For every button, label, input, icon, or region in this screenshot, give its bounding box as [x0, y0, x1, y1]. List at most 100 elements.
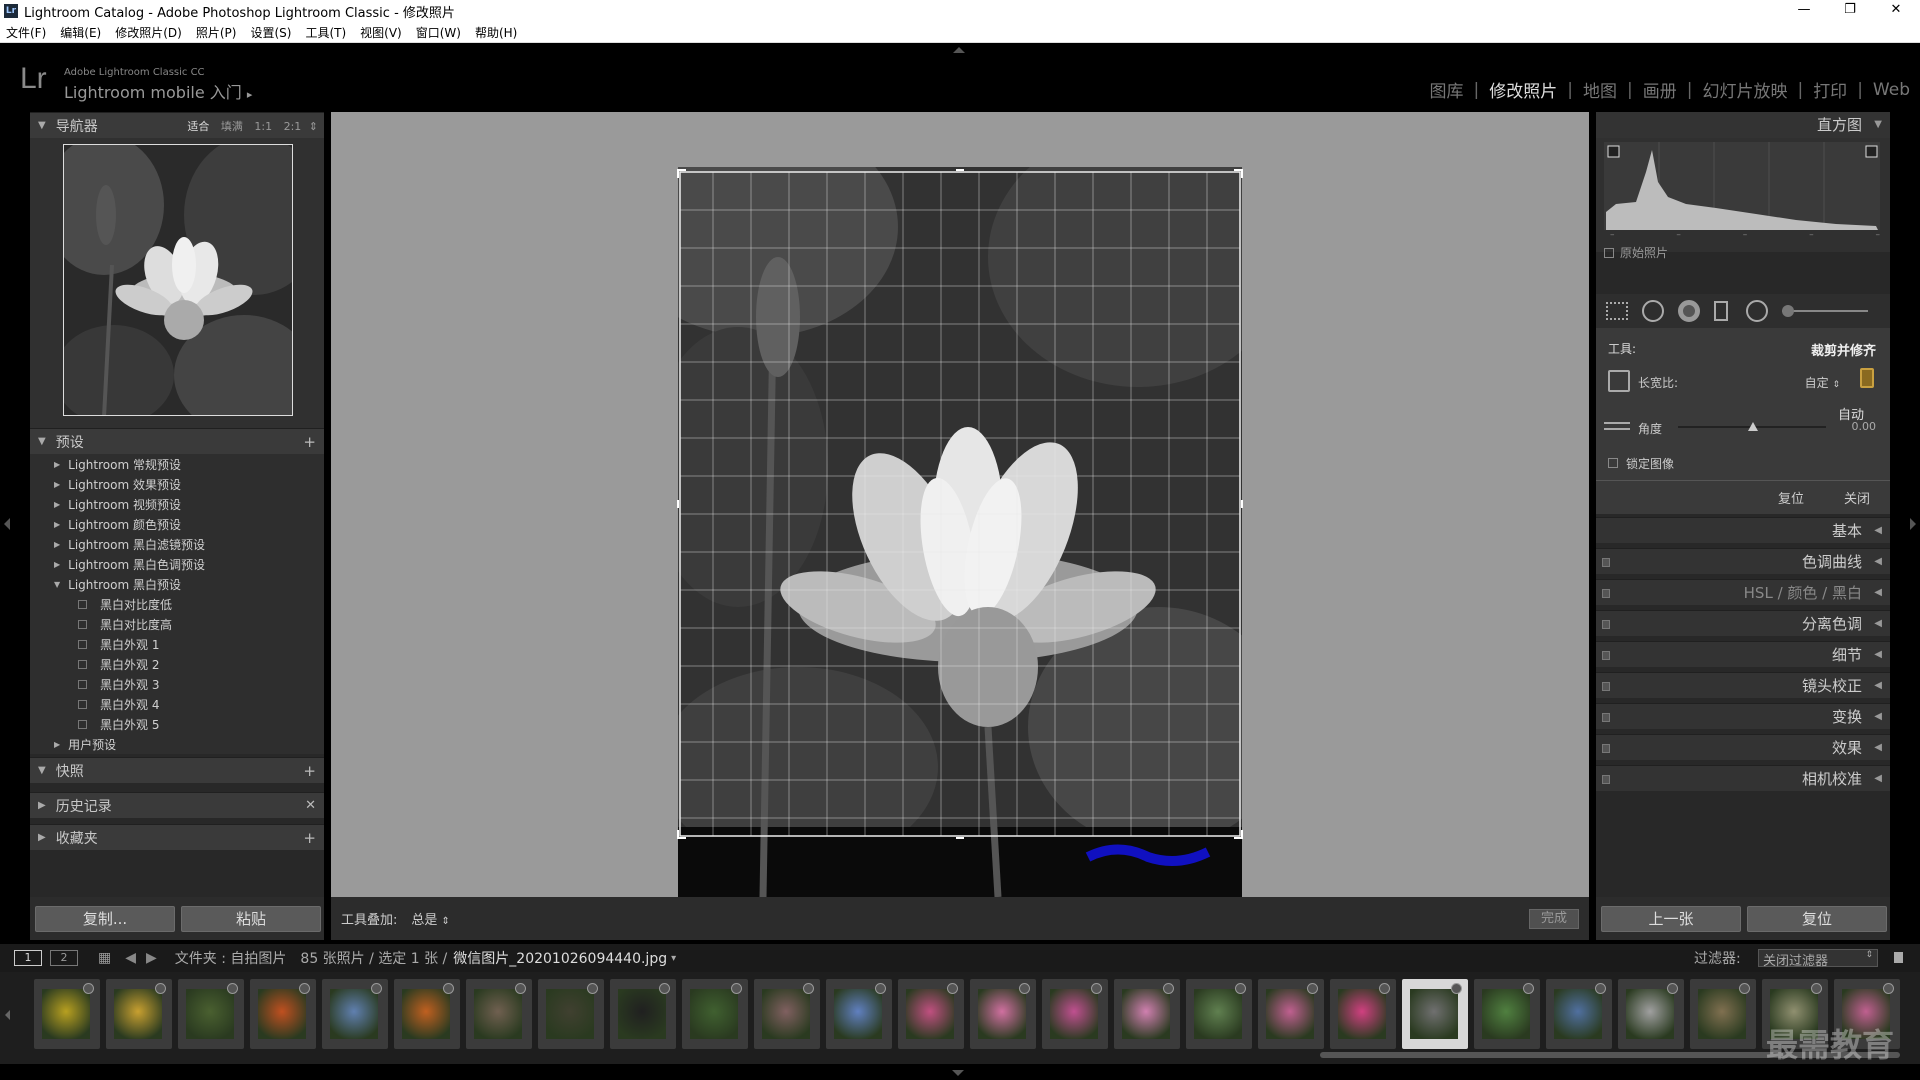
- preset-folder[interactable]: ▶ Lightroom 黑白色调预设: [30, 554, 324, 574]
- module-web[interactable]: Web: [1873, 80, 1910, 100]
- filmstrip-thumbnail[interactable]: [1474, 979, 1540, 1049]
- preset-folder[interactable]: ▶ Lightroom 黑白滤镜预设: [30, 534, 324, 554]
- preset-item[interactable]: 黑白对比度高: [30, 614, 324, 634]
- maximize-icon[interactable]: ❐: [1828, 0, 1872, 22]
- panel-switch-icon[interactable]: [1602, 620, 1610, 629]
- straighten-tool-icon[interactable]: [1604, 422, 1630, 430]
- zoom-1to1[interactable]: 1:1: [254, 120, 272, 133]
- filename-menu-arrow[interactable]: ▾: [671, 953, 676, 964]
- reset-button[interactable]: 复位: [1747, 906, 1887, 932]
- module-library[interactable]: 图库: [1430, 77, 1464, 102]
- history-header[interactable]: ▶ 历史记录 ✕: [30, 792, 324, 818]
- spot-removal-icon[interactable]: [1642, 300, 1664, 322]
- shadow-clipping-icon[interactable]: [1607, 145, 1620, 158]
- minimize-icon[interactable]: —: [1782, 0, 1826, 22]
- preset-item[interactable]: 黑白外观 3: [30, 674, 324, 694]
- snapshots-header[interactable]: ▼ 快照 +: [30, 757, 324, 783]
- preset-folder[interactable]: ▶ Lightroom 视频预设: [30, 494, 324, 514]
- right-panel-toggle-icon[interactable]: [1910, 518, 1916, 530]
- panel-switch-icon[interactable]: [1602, 775, 1610, 784]
- top-panel-toggle-icon[interactable]: [953, 47, 965, 53]
- filmstrip-thumbnail[interactable]: [178, 979, 244, 1049]
- section-header[interactable]: 镜头校正 ◀: [1596, 672, 1890, 698]
- filmstrip-thumbnail[interactable]: [1186, 979, 1252, 1049]
- menu-file[interactable]: 文件(F): [6, 24, 46, 41]
- secondary-window-button[interactable]: 2: [50, 950, 78, 966]
- grid-view-icon[interactable]: ▦: [98, 950, 111, 966]
- menu-photo[interactable]: 照片(P): [196, 24, 237, 41]
- crop-tool-icon[interactable]: [1606, 302, 1628, 320]
- preset-folder[interactable]: ▶ Lightroom 常规预设: [30, 454, 324, 474]
- filmstrip-thumbnail[interactable]: [538, 979, 604, 1049]
- preset-item[interactable]: 黑白外观 4: [30, 694, 324, 714]
- preset-folder[interactable]: ▼ Lightroom 黑白预设: [30, 574, 324, 594]
- adjustment-brush-icon[interactable]: [1782, 305, 1868, 317]
- bottom-panel-toggle-icon[interactable]: [952, 1070, 964, 1076]
- zoom-fill[interactable]: 填满: [221, 120, 243, 133]
- panel-switch-icon[interactable]: [1602, 651, 1610, 660]
- menu-develop[interactable]: 修改照片(D): [115, 24, 182, 41]
- source-folder[interactable]: 文件夹 : 自拍图片: [175, 948, 287, 968]
- preset-item[interactable]: 黑白外观 2: [30, 654, 324, 674]
- module-book[interactable]: 画册: [1643, 77, 1677, 102]
- zoom-stepper-icon[interactable]: ⇕: [309, 120, 318, 133]
- histogram-header[interactable]: 直方图 ▼: [1596, 112, 1890, 138]
- filmstrip-thumbnail[interactable]: [1114, 979, 1180, 1049]
- filmstrip-thumbnail[interactable]: [394, 979, 460, 1049]
- filmstrip-thumbnail[interactable]: [898, 979, 964, 1049]
- highlight-clipping-icon[interactable]: [1865, 145, 1878, 158]
- filmstrip-thumbnail[interactable]: [1546, 979, 1612, 1049]
- collections-header[interactable]: ▶ 收藏夹 +: [30, 824, 324, 850]
- menu-help[interactable]: 帮助(H): [475, 24, 517, 41]
- filmstrip-left-arrow-icon[interactable]: [5, 1010, 10, 1020]
- primary-window-button[interactable]: 1: [14, 950, 42, 966]
- filmstrip-thumbnail[interactable]: [1258, 979, 1324, 1049]
- panel-switch-icon[interactable]: [1602, 558, 1610, 567]
- module-develop[interactable]: 修改照片: [1489, 77, 1557, 102]
- angle-value[interactable]: 0.00: [1852, 420, 1877, 433]
- radial-filter-icon[interactable]: [1746, 300, 1768, 322]
- done-button[interactable]: 完成: [1529, 909, 1579, 929]
- lightroom-mobile-link[interactable]: Lightroom mobile 入门 ▸: [64, 79, 252, 103]
- section-header[interactable]: 细节 ◀: [1596, 641, 1890, 667]
- navigator-header[interactable]: ▼ 导航器 适合 填满 1:1 2:1 ⇕: [30, 112, 324, 138]
- crop-close-button[interactable]: 关闭: [1844, 488, 1870, 507]
- filmstrip-thumbnail[interactable]: [1402, 979, 1468, 1049]
- zoom-fit[interactable]: 适合: [187, 120, 209, 133]
- menu-edit[interactable]: 编辑(E): [60, 24, 101, 41]
- module-print[interactable]: 打印: [1813, 77, 1847, 102]
- filter-select[interactable]: 关闭过滤器 ⇕: [1758, 949, 1878, 969]
- filmstrip-thumbnail[interactable]: [466, 979, 532, 1049]
- clear-history-icon[interactable]: ✕: [305, 798, 316, 813]
- preset-item[interactable]: 黑白外观 1: [30, 634, 324, 654]
- previous-button[interactable]: 上一张: [1601, 906, 1741, 932]
- forward-arrow-icon[interactable]: ▶: [146, 950, 157, 966]
- lock-icon[interactable]: [1860, 368, 1874, 388]
- module-map[interactable]: 地图: [1583, 77, 1617, 102]
- selected-filename[interactable]: 微信图片_20201026094440.jpg: [453, 948, 667, 968]
- panel-switch-icon[interactable]: [1602, 744, 1610, 753]
- panel-switch-icon[interactable]: [1602, 713, 1610, 722]
- filmstrip-thumbnail[interactable]: [322, 979, 388, 1049]
- paste-settings-button[interactable]: 粘贴: [181, 906, 321, 932]
- original-photo-toggle[interactable]: 原始照片: [1604, 244, 1668, 261]
- filmstrip-thumbnail[interactable]: [610, 979, 676, 1049]
- menu-tools[interactable]: 工具(T): [305, 24, 346, 41]
- panel-switch-icon[interactable]: [1602, 589, 1610, 598]
- section-header[interactable]: HSL / 颜色 / 黑白 ◀: [1596, 579, 1890, 605]
- section-header[interactable]: 效果 ◀: [1596, 734, 1890, 760]
- menu-view[interactable]: 视图(V): [360, 24, 402, 41]
- filmstrip-thumbnail[interactable]: [682, 979, 748, 1049]
- zoom-2to1[interactable]: 2:1: [284, 120, 302, 133]
- filmstrip-thumbnail[interactable]: [970, 979, 1036, 1049]
- crop-frame-icon[interactable]: [1608, 370, 1630, 392]
- menu-window[interactable]: 窗口(W): [416, 24, 461, 41]
- preset-folder[interactable]: ▶ Lightroom 颜色预设: [30, 514, 324, 534]
- filmstrip-thumbnail[interactable]: [754, 979, 820, 1049]
- filmstrip-thumbnail[interactable]: [250, 979, 316, 1049]
- section-header[interactable]: 相机校准 ◀: [1596, 765, 1890, 791]
- filmstrip-thumbnail[interactable]: [1618, 979, 1684, 1049]
- menu-settings[interactable]: 设置(S): [250, 24, 291, 41]
- section-header[interactable]: 基本 ◀: [1596, 517, 1890, 543]
- filmstrip-thumbnail[interactable]: [34, 979, 100, 1049]
